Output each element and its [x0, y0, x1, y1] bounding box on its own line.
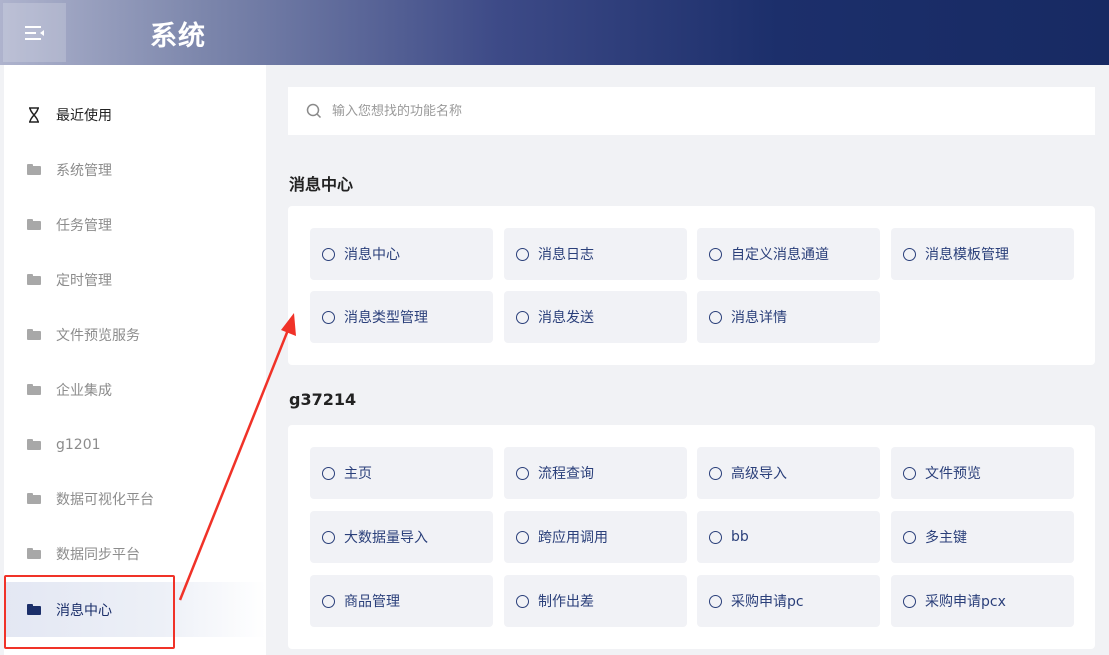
circle-icon	[903, 466, 916, 480]
folder-icon	[27, 548, 41, 559]
tile-label: 主页	[344, 466, 372, 482]
circle-icon	[322, 594, 335, 608]
function-tile[interactable]: 消息详情	[697, 291, 880, 343]
circle-icon	[322, 310, 335, 324]
circle-icon	[322, 247, 335, 261]
tile-label: bb	[731, 529, 749, 545]
menu-toggle-button[interactable]	[3, 3, 66, 62]
function-tile[interactable]: 商品管理	[310, 575, 493, 627]
function-tile[interactable]: 制作出差	[504, 575, 687, 627]
function-tile[interactable]: 主页	[310, 447, 493, 499]
circle-icon	[709, 310, 722, 324]
circle-icon	[516, 466, 529, 480]
tile-label: 消息中心	[344, 247, 400, 263]
sidebar-item-g1201[interactable]: g1201	[4, 417, 266, 472]
sidebar-item-data-visualization[interactable]: 数据可视化平台	[4, 471, 266, 526]
folder-icon	[27, 329, 41, 340]
tile-label: 消息详情	[731, 310, 787, 326]
circle-icon	[709, 530, 722, 544]
function-tile[interactable]: 多主键	[891, 511, 1074, 563]
circle-icon	[709, 247, 722, 261]
tile-label: 跨应用调用	[538, 530, 608, 546]
sidebar-item-task-management[interactable]: 任务管理	[4, 197, 266, 252]
app-title: 系统	[150, 21, 206, 52]
circle-icon	[709, 466, 722, 480]
sidebar-item-file-preview-service[interactable]: 文件预览服务	[4, 307, 266, 362]
function-tile[interactable]: 消息中心	[310, 228, 493, 280]
tile-label: 消息模板管理	[925, 247, 1009, 263]
folder-icon	[27, 274, 41, 285]
sidebar: 最近使用 系统管理 任务管理 定时管理 文件预览服务 企业集成 g1201 数据…	[4, 65, 266, 655]
sidebar-item-schedule-management[interactable]: 定时管理	[4, 252, 266, 307]
section-title: 消息中心	[289, 175, 354, 194]
hourglass-icon	[26, 106, 42, 123]
sidebar-item-label: 文件预览服务	[56, 327, 140, 344]
sidebar-item-label: 数据可视化平台	[56, 491, 154, 508]
circle-icon	[516, 310, 529, 324]
search-input[interactable]	[332, 103, 1032, 119]
tile-label: 采购申请pc	[731, 594, 804, 610]
function-tile[interactable]: 流程查询	[504, 447, 687, 499]
sidebar-item-recent[interactable]: 最近使用	[4, 87, 266, 142]
tile-label: 高级导入	[731, 466, 787, 482]
function-tile[interactable]: 文件预览	[891, 447, 1074, 499]
sidebar-item-label: 系统管理	[56, 162, 112, 179]
function-tile[interactable]: 跨应用调用	[504, 511, 687, 563]
tile-label: 采购申请pcx	[925, 594, 1006, 610]
function-tile[interactable]: bb	[697, 511, 880, 563]
tile-label: 消息发送	[538, 310, 594, 326]
tile-label: 文件预览	[925, 466, 981, 482]
tile-label: 消息日志	[538, 247, 594, 263]
function-tile[interactable]: 大数据量导入	[310, 511, 493, 563]
top-bar: 系统	[0, 0, 1109, 65]
tile-label: 大数据量导入	[344, 530, 428, 546]
sidebar-item-label: 最近使用	[56, 107, 112, 124]
section-card: 消息中心 消息日志 自定义消息通道 消息模板管理 消息类型管理 消息发送 消息详…	[288, 206, 1095, 365]
sidebar-item-system-management[interactable]: 系统管理	[4, 142, 266, 197]
circle-icon	[322, 530, 335, 544]
circle-icon	[903, 594, 916, 608]
sidebar-item-label: 定时管理	[56, 272, 112, 289]
circle-icon	[709, 594, 722, 608]
search-bar	[288, 87, 1095, 135]
sidebar-item-label: 数据同步平台	[56, 546, 140, 563]
annotation-highlight-box	[4, 575, 175, 649]
function-tile[interactable]: 自定义消息通道	[697, 228, 880, 280]
function-tile[interactable]: 采购申请pcx	[891, 575, 1074, 627]
folder-icon	[27, 219, 41, 230]
tile-label: 流程查询	[538, 466, 594, 482]
function-tile[interactable]: 高级导入	[697, 447, 880, 499]
sidebar-item-enterprise-integration[interactable]: 企业集成	[4, 362, 266, 417]
circle-icon	[516, 594, 529, 608]
tile-label: 自定义消息通道	[731, 247, 829, 263]
function-tile[interactable]: 消息模板管理	[891, 228, 1074, 280]
tile-label: 商品管理	[344, 594, 400, 610]
folder-icon	[27, 164, 41, 175]
sidebar-item-label: 企业集成	[56, 382, 112, 399]
function-tile[interactable]: 消息类型管理	[310, 291, 493, 343]
function-tile[interactable]: 消息发送	[504, 291, 687, 343]
circle-icon	[322, 466, 335, 480]
sidebar-item-label: 任务管理	[56, 217, 112, 234]
sidebar-item-label: g1201	[56, 436, 101, 453]
circle-icon	[903, 530, 916, 544]
circle-icon	[516, 247, 529, 261]
folder-icon	[27, 493, 41, 504]
tile-label: 消息类型管理	[344, 310, 428, 326]
section-title: g37214	[289, 390, 357, 409]
search-icon	[306, 103, 322, 119]
menu-collapse-icon	[24, 25, 44, 40]
folder-icon	[27, 439, 41, 450]
circle-icon	[903, 247, 916, 261]
function-tile[interactable]: 消息日志	[504, 228, 687, 280]
folder-icon	[27, 384, 41, 395]
circle-icon	[516, 530, 529, 544]
function-tile[interactable]: 采购申请pc	[697, 575, 880, 627]
tile-label: 多主键	[925, 530, 967, 546]
tile-label: 制作出差	[538, 594, 594, 610]
section-card: 主页 流程查询 高级导入 文件预览 大数据量导入 跨应用调用 bb 多主键 商品…	[288, 425, 1095, 649]
sidebar-item-data-sync[interactable]: 数据同步平台	[4, 526, 266, 581]
